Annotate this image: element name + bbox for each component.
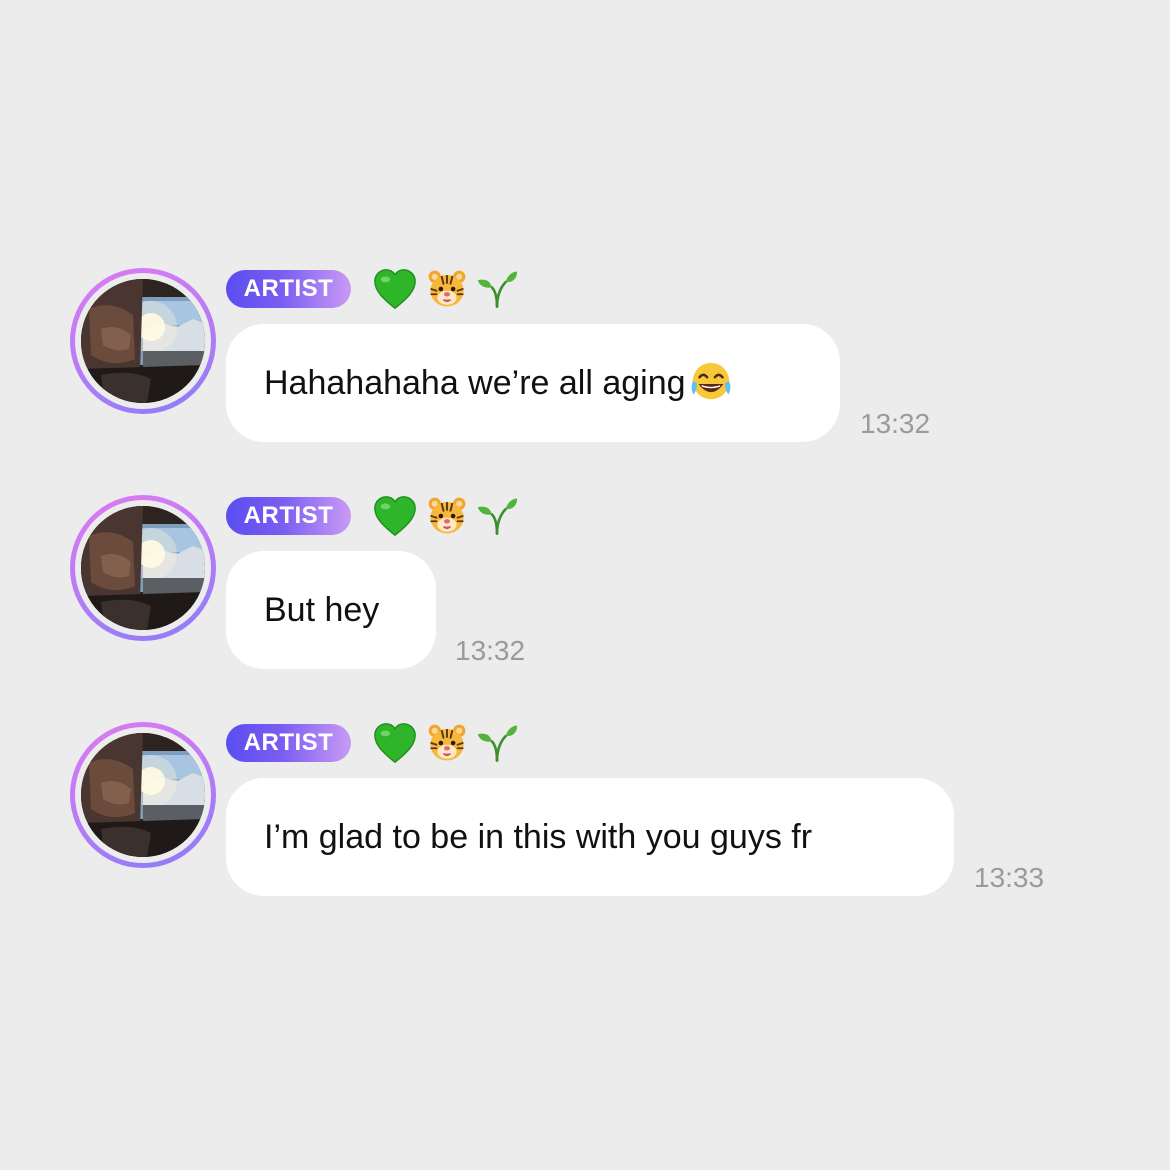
message-timestamp: 13:33 <box>974 862 1045 893</box>
green-heart-icon <box>372 266 418 312</box>
message-text: But hey <box>264 590 380 629</box>
message-text: I’m glad to be in this with you guys fr <box>264 817 813 856</box>
avatar[interactable] <box>70 268 216 414</box>
message-bubble[interactable]: I’m glad to be in this with you guys fr <box>226 778 954 896</box>
seedling-icon <box>476 495 518 537</box>
message-timestamp: 13:32 <box>455 635 526 666</box>
name-emojis <box>372 720 518 766</box>
tiger-face-icon <box>426 495 468 537</box>
message-timestamp: 13:32 <box>860 408 931 439</box>
avatar-photo <box>81 279 205 403</box>
artist-badge: ARTIST <box>226 270 351 308</box>
avatar[interactable] <box>70 722 216 868</box>
seedling-icon <box>476 722 518 764</box>
avatar-photo <box>81 506 205 630</box>
avatar[interactable] <box>70 495 216 641</box>
face-with-tears-of-joy-icon <box>688 360 734 406</box>
artist-badge: ARTIST <box>226 724 351 762</box>
seedling-icon <box>476 268 518 310</box>
name-emojis <box>372 493 518 539</box>
tiger-face-icon <box>426 722 468 764</box>
message-bubble[interactable]: Hahahahaha we’re all aging <box>226 324 840 442</box>
message-row: ARTIST I’m glad to be in this with you g… <box>0 722 1170 922</box>
tiger-face-icon <box>426 268 468 310</box>
artist-badge: ARTIST <box>226 497 351 535</box>
name-emojis <box>372 266 518 312</box>
avatar-photo <box>81 733 205 857</box>
green-heart-icon <box>372 493 418 539</box>
message-row: ARTIST But hey 13:32 <box>0 495 1170 695</box>
message-bubble[interactable]: But hey <box>226 551 436 669</box>
green-heart-icon <box>372 720 418 766</box>
message-row: ARTIST Hahahahaha we’re all aging 13:32 <box>0 268 1170 468</box>
message-text: Hahahahaha we’re all aging <box>264 363 686 402</box>
